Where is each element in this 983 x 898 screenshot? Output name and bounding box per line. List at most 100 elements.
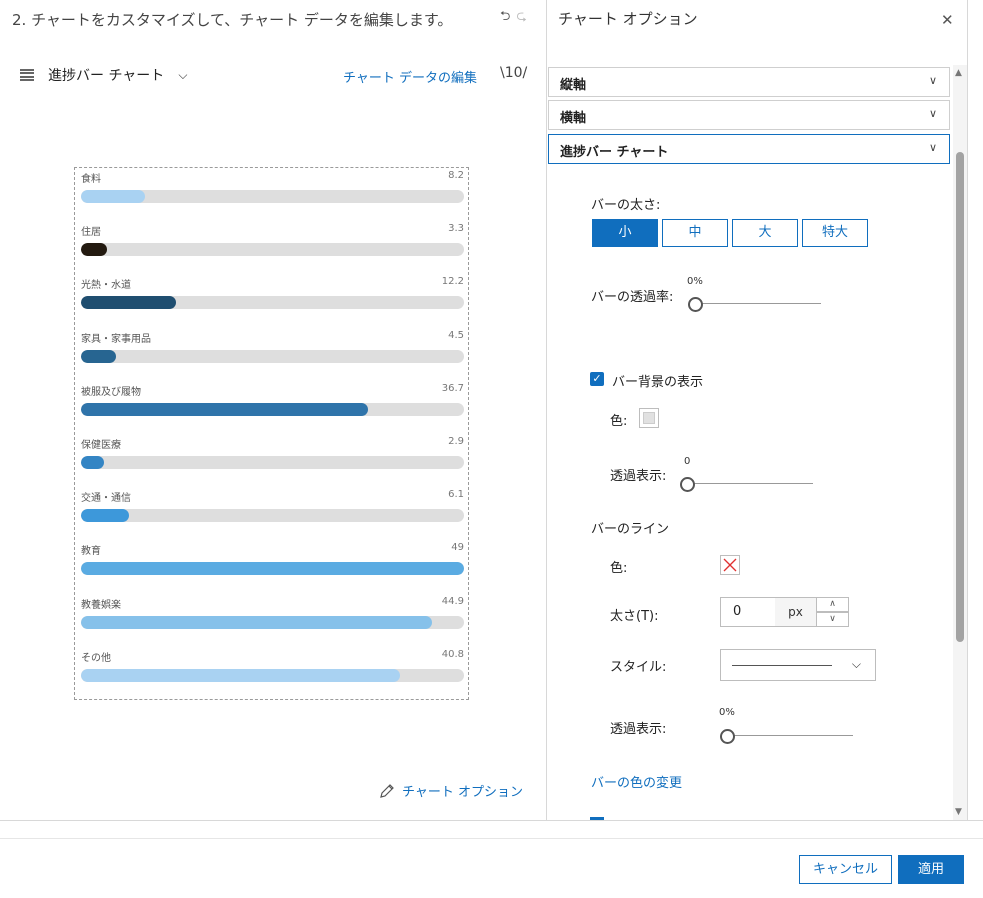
chevron-down-icon: ∨ [928, 74, 937, 87]
panel-divider [546, 0, 547, 820]
bar-track [81, 349, 464, 363]
accordion-label: 縦軸 [560, 78, 587, 93]
thickness-large-button[interactable]: 大 [732, 219, 798, 247]
line-style-select[interactable]: ⌵ [720, 649, 876, 681]
line-color-label: 色: [610, 561, 628, 576]
bar-row: 光熱・水道 12.2 [81, 276, 464, 316]
bar-fill[interactable] [81, 349, 116, 363]
line-width-input[interactable]: 0 [720, 597, 776, 627]
bg-opacity-slider-handle[interactable] [680, 477, 695, 492]
bar-row: その他 40.8 [81, 649, 464, 689]
bar-row: 家具・家事用品 4.5 [81, 330, 464, 370]
bar-value-label: 4.5 [448, 329, 464, 341]
bar-value-label: 2.9 [448, 436, 464, 447]
list-icon [20, 69, 34, 81]
chart-type-dropdown[interactable]: 進捗バー チャート ⌵ [20, 65, 187, 85]
bar-fill[interactable] [81, 243, 107, 257]
bar-track [81, 190, 464, 203]
bar-fill[interactable] [81, 190, 145, 203]
show-bar-background-label: バー背景の表示 [612, 375, 704, 390]
bar-track [81, 615, 464, 629]
bar-category-label: 交通・通信 [81, 493, 131, 505]
accordion-progress-bar-chart[interactable]: 進捗バー チャート ∨ [548, 134, 950, 164]
bg-color-label: 色: [610, 414, 628, 429]
bar-opacity-value: 0% [687, 276, 703, 287]
line-opacity-value: 0% [719, 707, 735, 718]
thickness-medium-button[interactable]: 中 [662, 219, 728, 247]
accordion-vertical-axis[interactable]: 縦軸 ∨ [548, 67, 950, 97]
edit-chart-data-link[interactable]: チャート データの編集 [343, 67, 477, 86]
close-icon[interactable]: ✕ [941, 11, 954, 29]
bar-row: 教養娯楽 44.9 [81, 596, 464, 636]
bar-fill[interactable] [81, 296, 176, 310]
apply-button[interactable]: 適用 [898, 855, 964, 884]
line-width-label: 太さ(T): [610, 609, 659, 624]
bar-category-label: 教養娯楽 [81, 599, 121, 611]
bar-fill[interactable] [81, 615, 432, 629]
chevron-down-icon: ∨ [928, 107, 937, 120]
color-swatch-fill [643, 412, 655, 424]
bg-opacity-label: 透過表示: [610, 469, 667, 484]
chart-options-link[interactable]: チャート オプション [378, 781, 523, 800]
line-opacity-slider-track[interactable] [726, 735, 853, 736]
progress-bar-chart[interactable]: 食料 8.2 住居 3.3 光熱・水道 12.2 家具・家事用品 4.5 被服及び履物 36.7 保… [74, 167, 469, 700]
scrollbar-thumb[interactable] [956, 152, 964, 642]
chevron-down-icon: ⌵ [178, 67, 188, 82]
chevron-down-icon: ⌵ [851, 657, 861, 671]
bar-track [81, 243, 464, 257]
bar-value-label: 6.1 [448, 489, 464, 501]
line-color-picker[interactable] [720, 555, 740, 575]
edit-data-icon[interactable]: \10/ [500, 65, 527, 81]
bar-value-label: 36.7 [441, 382, 464, 394]
change-bar-color-link[interactable]: バーの色の変更 [591, 772, 682, 791]
bar-row: 交通・通信 6.1 [81, 489, 464, 529]
accordion-horizontal-axis[interactable]: 横軸 ∨ [548, 100, 950, 130]
bar-fill[interactable] [81, 562, 464, 576]
line-width-decrement[interactable]: ∨ [816, 612, 849, 627]
bar-track [81, 402, 464, 416]
cancel-button[interactable]: キャンセル [799, 855, 892, 884]
partially-hidden-checkbox[interactable] [590, 817, 604, 820]
thickness-xlarge-button[interactable]: 特大 [802, 219, 868, 247]
chevron-down-icon: ∨ [928, 141, 937, 154]
line-style-label: スタイル: [610, 660, 667, 675]
line-width-increment[interactable]: ∧ [816, 597, 849, 612]
line-opacity-label: 透過表示: [610, 722, 667, 737]
panel-title: チャート オプション [558, 10, 698, 28]
bar-track [81, 509, 464, 523]
bar-opacity-slider-handle[interactable] [688, 297, 703, 312]
bg-opacity-value: 0 [684, 456, 691, 467]
scroll-up-arrow[interactable]: ▲ [955, 68, 962, 78]
thickness-small-button[interactable]: 小 [592, 219, 658, 247]
line-opacity-slider-handle[interactable] [720, 729, 735, 744]
bar-row: 住居 3.3 [81, 223, 464, 263]
bar-row: 保健医療 2.9 [81, 436, 464, 476]
bar-opacity-slider-track[interactable] [694, 303, 821, 304]
show-bar-background-checkbox[interactable]: ✓ [590, 372, 604, 386]
step-title: 2. チャートをカスタマイズして、チャート データを編集します。 [12, 11, 453, 29]
bar-value-label: 8.2 [448, 170, 464, 181]
bar-category-label: 教育 [81, 546, 101, 558]
bar-row: 教育 49 [81, 542, 464, 582]
bar-fill[interactable] [81, 402, 368, 416]
bar-row: 被服及び履物 36.7 [81, 383, 464, 423]
bar-value-label: 12.2 [441, 276, 464, 288]
bar-value-label: 49 [451, 542, 464, 554]
bar-value-label: 3.3 [448, 223, 464, 235]
pencil-icon [380, 783, 394, 798]
bg-opacity-slider-track[interactable] [686, 483, 813, 484]
bg-color-picker[interactable] [639, 408, 659, 428]
bar-category-label: その他 [81, 652, 111, 664]
bar-category-label: 食料 [81, 174, 101, 185]
bar-category-label: 被服及び履物 [81, 386, 141, 398]
undo-icon[interactable]: ⮌ [500, 9, 510, 24]
solid-line-preview [732, 665, 832, 666]
bar-track [81, 562, 464, 576]
panel-frame [967, 0, 968, 820]
line-width-unit: px [775, 597, 817, 627]
bar-fill[interactable] [81, 668, 400, 682]
bar-fill[interactable] [81, 456, 104, 469]
scroll-down-arrow[interactable]: ▼ [955, 807, 962, 817]
bar-fill[interactable] [81, 509, 129, 523]
accordion-label: 横軸 [560, 111, 587, 126]
